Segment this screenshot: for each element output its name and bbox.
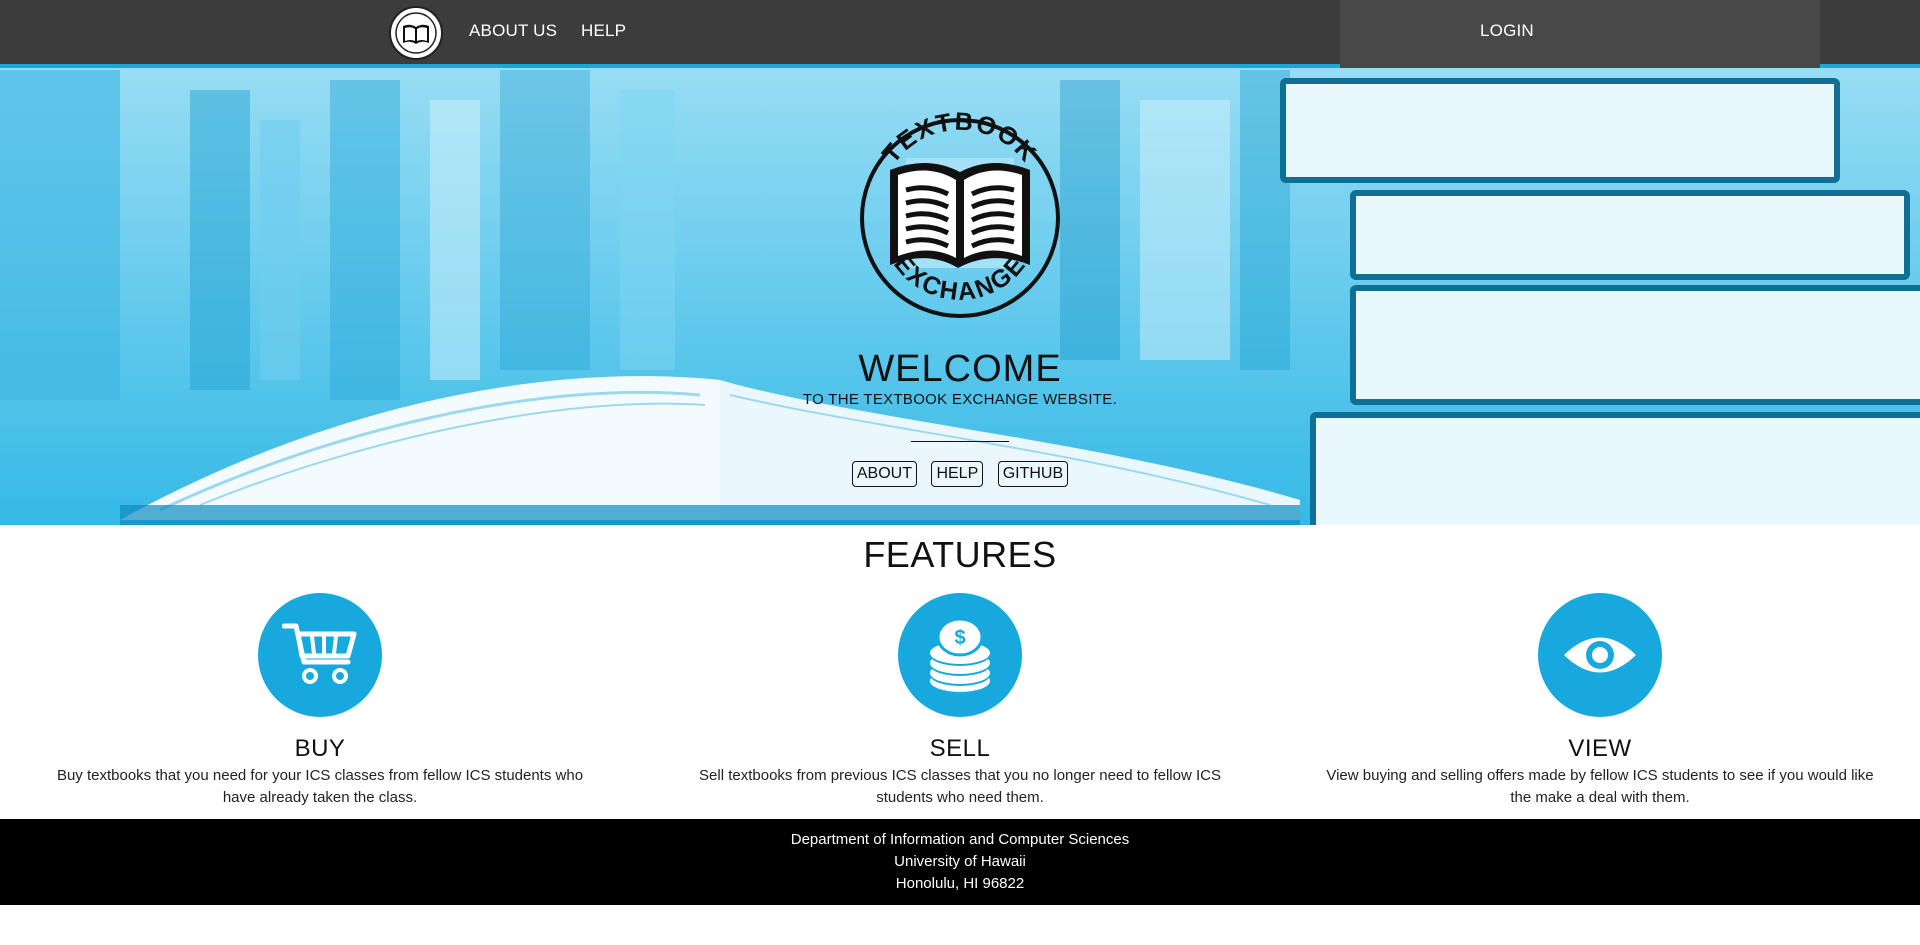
feature-view-circle xyxy=(1538,593,1662,717)
textbook-exchange-logo: TEXTBOOK EXCHANGE xyxy=(860,108,1060,318)
nav-logo-link[interactable] xyxy=(389,6,443,60)
welcome-subtitle: TO THE TEXTBOOK EXCHANGE WEBSITE. xyxy=(802,391,1118,408)
footer-department: Department of Information and Computer S… xyxy=(790,831,1130,848)
feature-sell-title: SELL xyxy=(929,735,991,762)
svg-text:$: $ xyxy=(954,627,965,649)
feature-buy-circle xyxy=(258,593,382,717)
feature-sell-description: Sell textbooks from previous ICS classes… xyxy=(699,767,1221,806)
feature-buy: BUY Buy textbooks that you need for your… xyxy=(30,593,610,809)
feature-view: VIEW View buying and selling offers made… xyxy=(1310,593,1890,809)
top-navbar: ABOUT US HELP LOGIN xyxy=(0,0,1920,68)
features-heading: FEATURES xyxy=(863,534,1057,575)
footer-address: Honolulu, HI 96822 xyxy=(895,875,1025,892)
about-button[interactable]: ABOUT xyxy=(851,461,917,487)
footer-university: University of Hawaii xyxy=(894,853,1026,870)
textbook-exchange-logo-icon xyxy=(395,12,437,54)
github-button[interactable]: GITHUB xyxy=(997,461,1069,487)
hero-button-row: ABOUT HELP GITHUB xyxy=(0,461,1920,487)
help-button[interactable]: HELP xyxy=(931,461,984,487)
nav-about-us-link[interactable]: ABOUT US xyxy=(469,21,557,41)
feature-buy-title: BUY xyxy=(294,735,346,762)
hero-banner: TEXTBOOK EXCHANGE WELCOME TO THE TEXTBOO… xyxy=(0,0,1920,525)
nav-help-link[interactable]: HELP xyxy=(581,21,626,41)
shopping-cart-icon xyxy=(282,623,357,684)
coins-icon: $ xyxy=(930,617,990,692)
nav-login-link[interactable]: LOGIN xyxy=(1480,21,1534,41)
page-footer: Department of Information and Computer S… xyxy=(0,819,1920,905)
book-stack-image xyxy=(1280,70,1920,525)
feature-view-title: VIEW xyxy=(1568,735,1632,762)
feature-view-description: View buying and selling offers made by f… xyxy=(1326,767,1874,806)
feature-sell-circle: $ xyxy=(898,593,1022,717)
hero-divider xyxy=(911,441,1009,442)
welcome-heading: WELCOME xyxy=(858,348,1062,390)
feature-buy-description: Buy textbooks that you need for your ICS… xyxy=(56,767,584,806)
navbar-right-panel xyxy=(1340,0,1820,68)
eye-icon xyxy=(1564,637,1636,673)
feature-sell: $ SELL Sell textbooks from previous ICS … xyxy=(670,593,1250,809)
